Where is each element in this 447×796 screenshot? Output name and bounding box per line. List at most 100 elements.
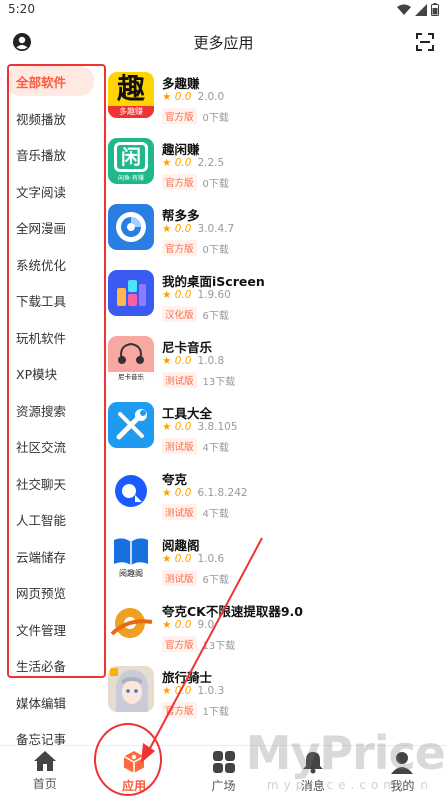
edition-badge: 官方版 [162, 702, 197, 718]
tab-profile[interactable]: 我的 [358, 746, 447, 796]
download-count: 1下载 [202, 706, 229, 718]
app-icon-toolbox [108, 402, 154, 448]
list-item[interactable]: 夸克CK不限速提取器9.0 ★ 0.0 9.0 官方版 13下载 [104, 592, 447, 658]
sidebar-item-system-optimize[interactable]: 系统优化 [0, 246, 100, 283]
app-rating: ★ 0.0 2.2.5 [162, 157, 225, 169]
tab-label: 我的 [390, 779, 415, 793]
app-meta: 测试版 13下载 [162, 372, 235, 388]
download-count: 6下载 [202, 310, 229, 322]
app-version: 1.9.60 [197, 289, 231, 301]
sidebar-item-download-tools[interactable]: 下载工具 [0, 283, 100, 320]
app-rating: ★ 0.0 3.8.105 [162, 421, 238, 433]
category-sidebar: 全部软件 视频播放 音乐播放 文字阅读 全网漫画 系统优化 下载工具 玩机软件 … [0, 62, 100, 745]
download-count: 4下载 [202, 508, 229, 520]
scan-button[interactable] [415, 32, 437, 54]
page-title: 更多应用 [193, 34, 254, 52]
app-name: 我的桌面iScreen [162, 274, 265, 289]
status-bar: 5:20 [0, 0, 447, 22]
app-meta: 测试版 4下载 [162, 438, 229, 454]
tab-messages[interactable]: 消息 [268, 746, 357, 796]
app-version: 9.0 [197, 619, 215, 631]
app-icon-quark [108, 468, 154, 514]
tab-label: 首页 [32, 777, 57, 791]
app-icon-quxianzhuan: 闲 闲鱼·有赚 [108, 138, 154, 184]
sidebar-item-file-manager[interactable]: 文件管理 [0, 611, 100, 648]
edition-badge: 官方版 [162, 108, 197, 124]
list-item[interactable]: 工具大全 ★ 0.0 3.8.105 测试版 4下载 [104, 394, 447, 460]
anime-character-icon [110, 668, 148, 712]
list-item[interactable]: 夸克 ★ 0.0 6.1.8.242 测试版 4下载 [104, 460, 447, 526]
tab-label: 应用 [122, 779, 147, 793]
app-name: 工具大全 [162, 406, 213, 421]
app-name: 多趣赚 [162, 76, 200, 91]
app-icon-bangduoduo [108, 204, 154, 250]
app-icon-quark-ck-extractor [108, 600, 154, 646]
tab-apps[interactable]: 应用 [89, 746, 178, 796]
sidebar-item-ai[interactable]: 人工智能 [0, 502, 100, 539]
download-count: 6下载 [202, 574, 229, 586]
sidebar-item-reading[interactable]: 文字阅读 [0, 173, 100, 210]
app-meta: 官方版 0下载 [162, 108, 229, 124]
app-name: 夸克 [162, 472, 188, 487]
download-count: 4下载 [202, 442, 229, 454]
wifi-icon [397, 4, 411, 15]
sidebar-item-music[interactable]: 音乐播放 [0, 137, 100, 174]
sidebar-item-community[interactable]: 社区交流 [0, 429, 100, 466]
widget-blocks-icon [117, 280, 146, 306]
status-icons [397, 3, 439, 16]
app-version: 1.0.8 [197, 355, 225, 367]
app-meta: 测试版 6下载 [162, 570, 229, 586]
app-meta: 官方版 0下载 [162, 174, 229, 190]
bottom-tab-bar: 首页 应用 广场 消息 我的 [0, 745, 447, 796]
list-item[interactable]: 尼卡音乐 尼卡音乐 ★ 0.0 1.0.8 测试版 13下载 [104, 328, 447, 394]
app-rating: ★ 0.0 1.0.3 [162, 685, 225, 697]
app-meta: 官方版 13下载 [162, 636, 235, 652]
apps-cube-icon [123, 751, 145, 773]
list-item[interactable]: 帮多多 ★ 0.0 3.0.4.7 官方版 0下载 [104, 196, 447, 262]
app-name: 帮多多 [162, 208, 200, 223]
sidebar-item-all-software[interactable]: 全部软件 [6, 66, 94, 96]
app-name: 旅行骑士 [162, 670, 213, 685]
sidebar-item-life-essentials[interactable]: 生活必备 [0, 648, 100, 685]
sidebar-item-notes[interactable]: 备忘记事 [0, 721, 100, 745]
app-version: 2.0.0 [197, 91, 225, 103]
list-item[interactable]: 趣 多趣赚 多趣赚 ★ 0.0 2.0.0 官方版 0下载 [104, 64, 447, 130]
download-count: 0下载 [202, 244, 229, 256]
edition-badge: 官方版 [162, 240, 197, 256]
sidebar-item-resource-search[interactable]: 资源搜索 [0, 392, 100, 429]
app-rating: ★ 0.0 6.1.8.242 [162, 487, 248, 499]
app-version: 6.1.8.242 [197, 487, 248, 499]
app-name: 夸克CK不限速提取器9.0 [162, 604, 304, 619]
list-item[interactable]: 阅趣阁 阅趣阁 ★ 0.0 1.0.6 测试版 6下载 [104, 526, 447, 592]
signal-icon [415, 3, 427, 16]
edition-badge: 测试版 [162, 438, 197, 454]
scan-icon [416, 33, 434, 51]
download-count: 0下载 [202, 112, 229, 124]
app-meta: 汉化版 6下载 [162, 306, 229, 322]
sidebar-item-media-editing[interactable]: 媒体编辑 [0, 684, 100, 721]
sidebar-item-cloud-storage[interactable]: 云端储存 [0, 538, 100, 575]
sidebar-item-web-preview[interactable]: 网页预览 [0, 575, 100, 612]
app-version: 2.2.5 [197, 157, 225, 169]
tab-home[interactable]: 首页 [0, 746, 89, 796]
wrench-screwdriver-icon [116, 409, 147, 440]
list-item[interactable]: 闲 闲鱼·有赚 趣闲赚 ★ 0.0 2.2.5 官方版 0下载 [104, 130, 447, 196]
app-version: 1.0.6 [197, 553, 225, 565]
app-rating: ★ 0.0 1.0.6 [162, 553, 225, 565]
sidebar-item-phone-tweaks[interactable]: 玩机软件 [0, 319, 100, 356]
edition-badge: 测试版 [162, 504, 197, 520]
sidebar-item-xp-modules[interactable]: XP模块 [0, 356, 100, 393]
app-version: 3.8.105 [197, 421, 238, 433]
sidebar-item-video[interactable]: 视频播放 [0, 100, 100, 137]
sidebar-item-comics[interactable]: 全网漫画 [0, 210, 100, 247]
edition-badge: 测试版 [162, 372, 197, 388]
tab-plaza[interactable]: 广场 [179, 746, 268, 796]
download-count: 0下载 [202, 178, 229, 190]
edition-badge: 测试版 [162, 570, 197, 586]
app-list: 趣 多趣赚 多趣赚 ★ 0.0 2.0.0 官方版 0下载 闲 闲鱼·有赚 趣闲赚 … [104, 62, 447, 745]
bell-icon [302, 752, 323, 774]
list-item[interactable]: 旅行骑士 ★ 0.0 1.0.3 官方版 1下载 [104, 658, 447, 724]
edition-badge: 官方版 [162, 636, 197, 652]
sidebar-item-social-chat[interactable]: 社交聊天 [0, 465, 100, 502]
list-item[interactable]: 我的桌面iScreen ★ 0.0 1.9.60 汉化版 6下载 [104, 262, 447, 328]
